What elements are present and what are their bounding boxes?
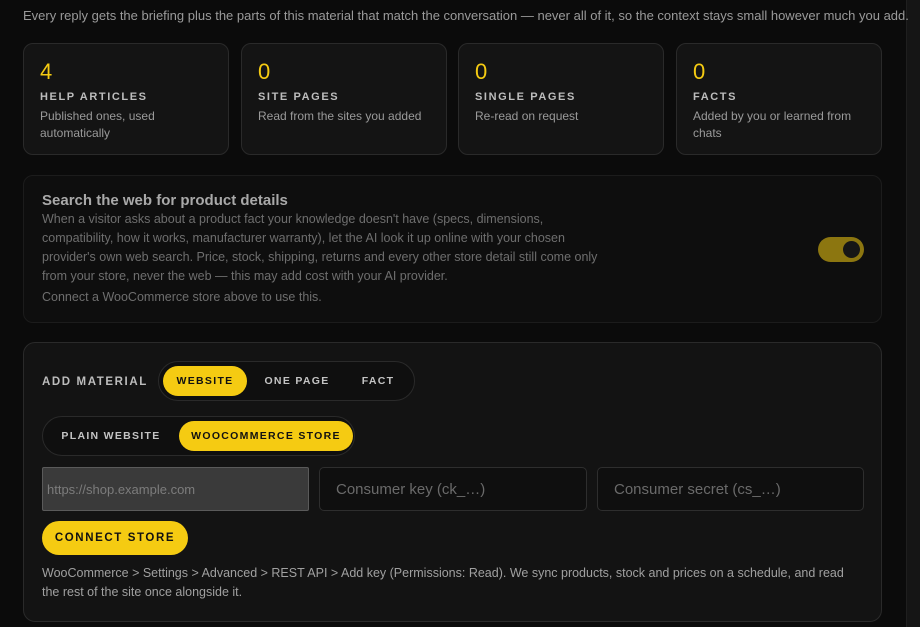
tab-fact[interactable]: FACT <box>347 366 409 396</box>
stat-value: 0 <box>693 59 706 84</box>
intro-text: Every reply gets the briefing plus the p… <box>23 8 909 23</box>
stat-value: 0 <box>475 59 488 84</box>
web-search-toggle[interactable] <box>818 237 864 262</box>
stat-value: 4 <box>40 59 53 84</box>
stat-facts: 0 FACTS Added by you or learned from cha… <box>676 43 882 155</box>
material-type-tabs: WEBSITE ONE PAGE FACT <box>158 361 415 401</box>
tab-website[interactable]: WEBSITE <box>163 366 247 396</box>
stat-single-pages: 0 SINGLE PAGES Re-read on request <box>458 43 664 155</box>
stat-help-articles: 4 HELP ARTICLES Published ones, used aut… <box>23 43 229 155</box>
woocommerce-help-text: WooCommerce > Settings > Advanced > REST… <box>42 566 844 599</box>
consumer-key-input[interactable] <box>319 467 587 511</box>
tab-woocommerce-store[interactable]: WOOCOMMERCE STORE <box>179 421 353 451</box>
scrollbar[interactable] <box>906 0 920 627</box>
store-url-input[interactable] <box>42 467 309 511</box>
web-search-description: When a visitor asks about a product fact… <box>42 212 598 283</box>
web-search-note: Connect a WooCommerce store above to use… <box>42 290 322 304</box>
stat-desc: Re-read on request <box>475 109 579 123</box>
web-search-title: Search the web for product details <box>42 192 288 209</box>
add-material-panel: ADD MATERIAL WEBSITE ONE PAGE FACT PLAIN… <box>23 342 882 622</box>
stat-site-pages: 0 SITE PAGES Read from the sites you add… <box>241 43 447 155</box>
stat-desc: Added by you or learned from chats <box>693 109 852 140</box>
stat-desc: Published ones, used automatically <box>40 109 155 140</box>
tab-plain-website[interactable]: PLAIN WEBSITE <box>47 421 175 451</box>
add-material-label: ADD MATERIAL <box>42 376 148 388</box>
stat-label: SITE PAGES <box>258 91 340 103</box>
tab-one-page[interactable]: ONE PAGE <box>251 366 343 396</box>
stat-label: SINGLE PAGES <box>475 91 576 103</box>
toggle-knob <box>843 241 860 258</box>
web-search-panel: Search the web for product details When … <box>23 175 882 323</box>
source-type-tabs: PLAIN WEBSITE WOOCOMMERCE STORE <box>42 416 355 456</box>
stat-label: HELP ARTICLES <box>40 91 148 103</box>
stat-desc: Read from the sites you added <box>258 109 422 123</box>
connect-store-button[interactable]: CONNECT STORE <box>42 521 188 555</box>
stat-label: FACTS <box>693 91 738 103</box>
consumer-secret-input[interactable] <box>597 467 864 511</box>
stat-value: 0 <box>258 59 271 84</box>
